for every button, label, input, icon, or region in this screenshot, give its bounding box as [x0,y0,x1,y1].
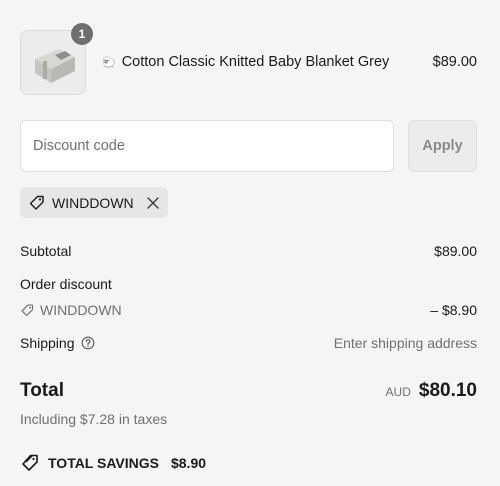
applied-discount-chip: WINDDOWN [20,187,168,218]
order-discount-label: Order discount [20,276,112,292]
total-value: $80.10 [418,380,477,401]
subtotal-label: Subtotal [20,243,72,259]
order-discount-row: Order discount [20,276,477,292]
total-savings: TOTAL SAVINGS $8.90 [20,453,206,473]
remove-discount-button[interactable] [146,196,160,210]
product-price: $89.00 [432,54,477,70]
discount-value: – $8.90 [430,302,477,318]
shipping-label: Shipping [20,335,75,351]
currency-code: AUD [385,385,411,399]
discount-code-name: WINDDOWN [40,302,122,318]
close-icon [147,196,159,209]
shipping-row: Shipping Enter shipping address [20,335,477,351]
sheep-emoji-icon: 🐑 [102,56,116,69]
blanket-image [35,49,75,83]
product-thumbnail: 1 [20,23,93,95]
apply-discount-button[interactable]: Apply [408,120,477,172]
discount-code-tag: WINDDOWN [20,302,477,318]
savings-value: $8.90 [170,455,207,471]
product-name: Cotton Classic Knitted Baby Blanket Grey [121,54,390,70]
savings-label: TOTAL SAVINGS [48,455,159,471]
discount-detail-row: WINDDOWN – $8.90 [20,302,477,318]
tag-icon [21,304,34,316]
shipping-value: Enter shipping address [333,335,477,351]
tax-note: Including $7.28 in taxes [20,411,168,427]
subtotal-value: $89.00 [434,243,477,259]
help-circle-icon[interactable] [81,336,95,350]
cart-item: 1 🐑 Cotton Classic Knitted Baby Blanket … [20,23,477,95]
savings-tag-icon [22,454,38,471]
discount-code-input[interactable] [20,120,394,172]
total-amount-group: AUD $80.10 [386,380,477,402]
applied-code-label: WINDDOWN [52,194,134,211]
total-label: Total [20,380,64,401]
subtotal-row: Subtotal $89.00 [20,243,477,259]
quantity-badge: 1 [71,23,93,45]
product-title: 🐑 Cotton Classic Knitted Baby Blanket Gr… [102,54,389,70]
tag-icon [29,195,44,210]
